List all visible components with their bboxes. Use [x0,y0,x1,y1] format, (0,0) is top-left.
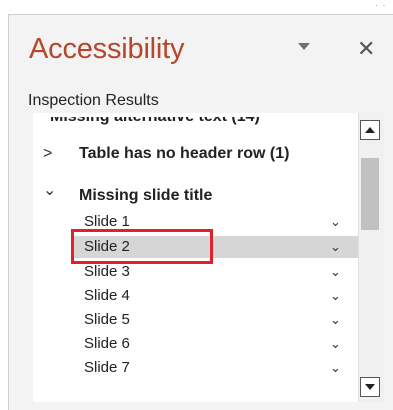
list-item-slide-3[interactable]: Slide 3 ⌄ [72,261,358,283]
item-label: Slide 4 [84,287,130,304]
chevron-down-icon[interactable]: ⌄ [330,236,341,258]
item-label: Slide 5 [84,311,130,328]
close-pane-button[interactable]: ✕ [357,36,375,62]
list-item-slide-5[interactable]: Slide 5 ⌄ [72,309,358,331]
selection-highlight-box [71,229,213,264]
chevron-down-icon[interactable]: ⌄ [330,211,341,233]
item-label: Slide 6 [84,335,130,352]
scroll-up-button[interactable] [360,120,380,140]
window-corner: · · [375,0,387,10]
chevron-down-icon[interactable]: ⌄ [330,285,341,307]
chevron-right-icon: > [43,145,53,162]
chevron-down-icon[interactable]: ⌄ [330,261,341,283]
pane-title: Accessibility [29,33,185,65]
vertical-scrollbar[interactable] [358,113,384,402]
group-missing-slide-title[interactable]: ⌄ Missing slide title [43,182,213,205]
top-strip [0,0,393,14]
item-label: Slide 7 [84,359,130,376]
list-item-slide-7[interactable]: Slide 7 ⌄ [72,357,358,379]
group-label: Missing slide title [79,187,213,204]
list-item-slide-6[interactable]: Slide 6 ⌄ [72,333,358,355]
chevron-down-icon[interactable]: ⌄ [330,309,341,331]
chevron-down-icon[interactable]: ⌄ [330,357,341,379]
group-table-no-header-row[interactable]: > Table has no header row (1) [43,145,289,163]
chevron-down-icon: ⌄ [43,182,57,199]
item-label: Slide 3 [84,263,130,280]
scroll-down-button[interactable] [360,377,380,397]
group-label: Table has no header row (1) [79,145,290,162]
pane-options-dropdown-icon[interactable] [298,43,310,50]
scrollbar-thumb[interactable] [361,158,379,230]
list-item-slide-4[interactable]: Slide 4 ⌄ [72,285,358,307]
chevron-down-icon[interactable]: ⌄ [330,333,341,355]
inspection-results-label: Inspection Results [28,92,159,109]
